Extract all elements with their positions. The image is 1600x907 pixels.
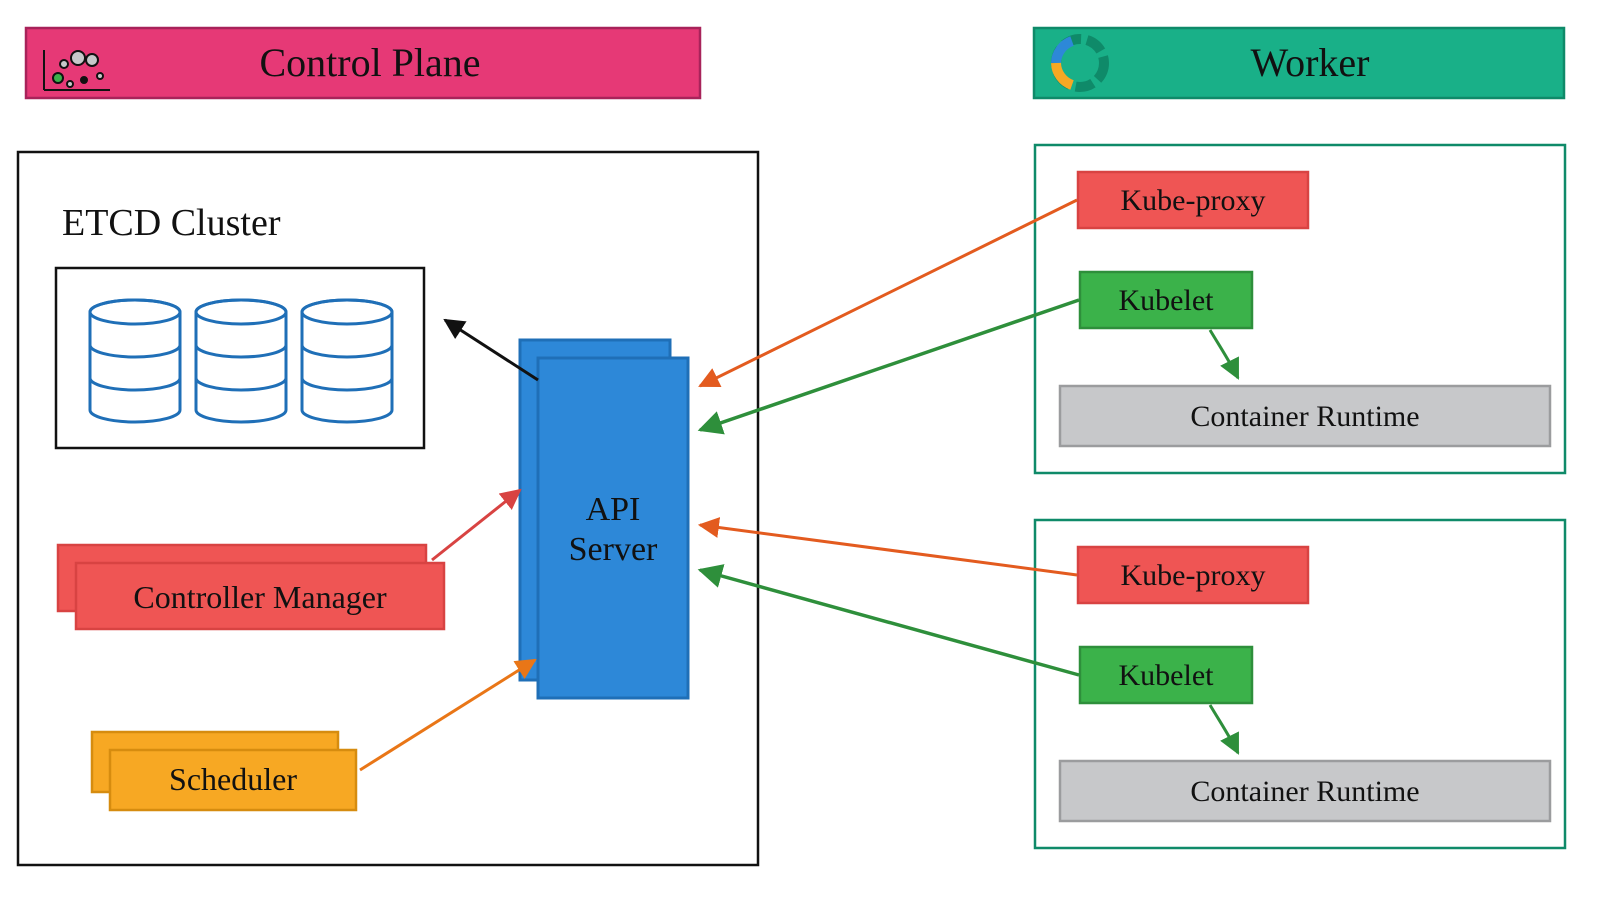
- db-icon: [302, 300, 392, 422]
- db-icon: [90, 300, 180, 422]
- header-control-plane: Control Plane: [26, 28, 700, 98]
- kubelet-label: Kubelet: [1119, 284, 1215, 317]
- controller-manager-label: Controller Manager: [133, 579, 387, 615]
- kube-proxy-label: Kube-proxy: [1121, 184, 1266, 217]
- worker-node-2: Kube-proxy Kubelet Container Runtime: [1035, 520, 1565, 848]
- container-runtime-label-2: Container Runtime: [1190, 775, 1419, 808]
- container-runtime-box: Container Runtime: [1060, 761, 1550, 821]
- arrow-controller-to-api: [432, 490, 520, 560]
- scheduler-label: Scheduler: [169, 761, 297, 797]
- api-server-label-2: Server: [569, 531, 658, 568]
- kube-proxy-box: Kube-proxy: [1078, 172, 1308, 228]
- header-worker-label: Worker: [1251, 40, 1370, 85]
- container-runtime-label: Container Runtime: [1190, 400, 1419, 433]
- control-plane-box: ETCD Cluster: [18, 152, 758, 865]
- api-server-box: API Server: [520, 340, 688, 698]
- kube-proxy-label-2: Kube-proxy: [1121, 559, 1266, 592]
- header-worker: Worker: [1034, 28, 1564, 98]
- container-runtime-box: Container Runtime: [1060, 386, 1550, 446]
- worker-node-1: Kube-proxy Kubelet Container Runtime: [1035, 145, 1565, 473]
- arrow-scheduler-to-api: [360, 660, 535, 770]
- arrow-kubeproxy1-to-api: [700, 200, 1077, 386]
- etcd-cluster-label: ETCD Cluster: [62, 202, 281, 244]
- kube-proxy-box: Kube-proxy: [1078, 547, 1308, 603]
- controller-manager-box: Controller Manager: [58, 545, 444, 629]
- arrow-kubeproxy2-to-api: [700, 525, 1077, 575]
- scheduler-box: Scheduler: [92, 732, 356, 810]
- kubelet-box: Kubelet: [1080, 647, 1252, 703]
- db-icon: [196, 300, 286, 422]
- arrow-kubelet-to-runtime-2: [1210, 705, 1238, 753]
- etcd-db-icons: [90, 300, 392, 422]
- kubelet-box: Kubelet: [1080, 272, 1252, 328]
- api-server-label-1: API: [586, 491, 641, 528]
- header-control-plane-label: Control Plane: [259, 40, 480, 85]
- arrow-kubelet-to-runtime-1: [1210, 330, 1238, 378]
- kubelet-label-2: Kubelet: [1119, 659, 1215, 692]
